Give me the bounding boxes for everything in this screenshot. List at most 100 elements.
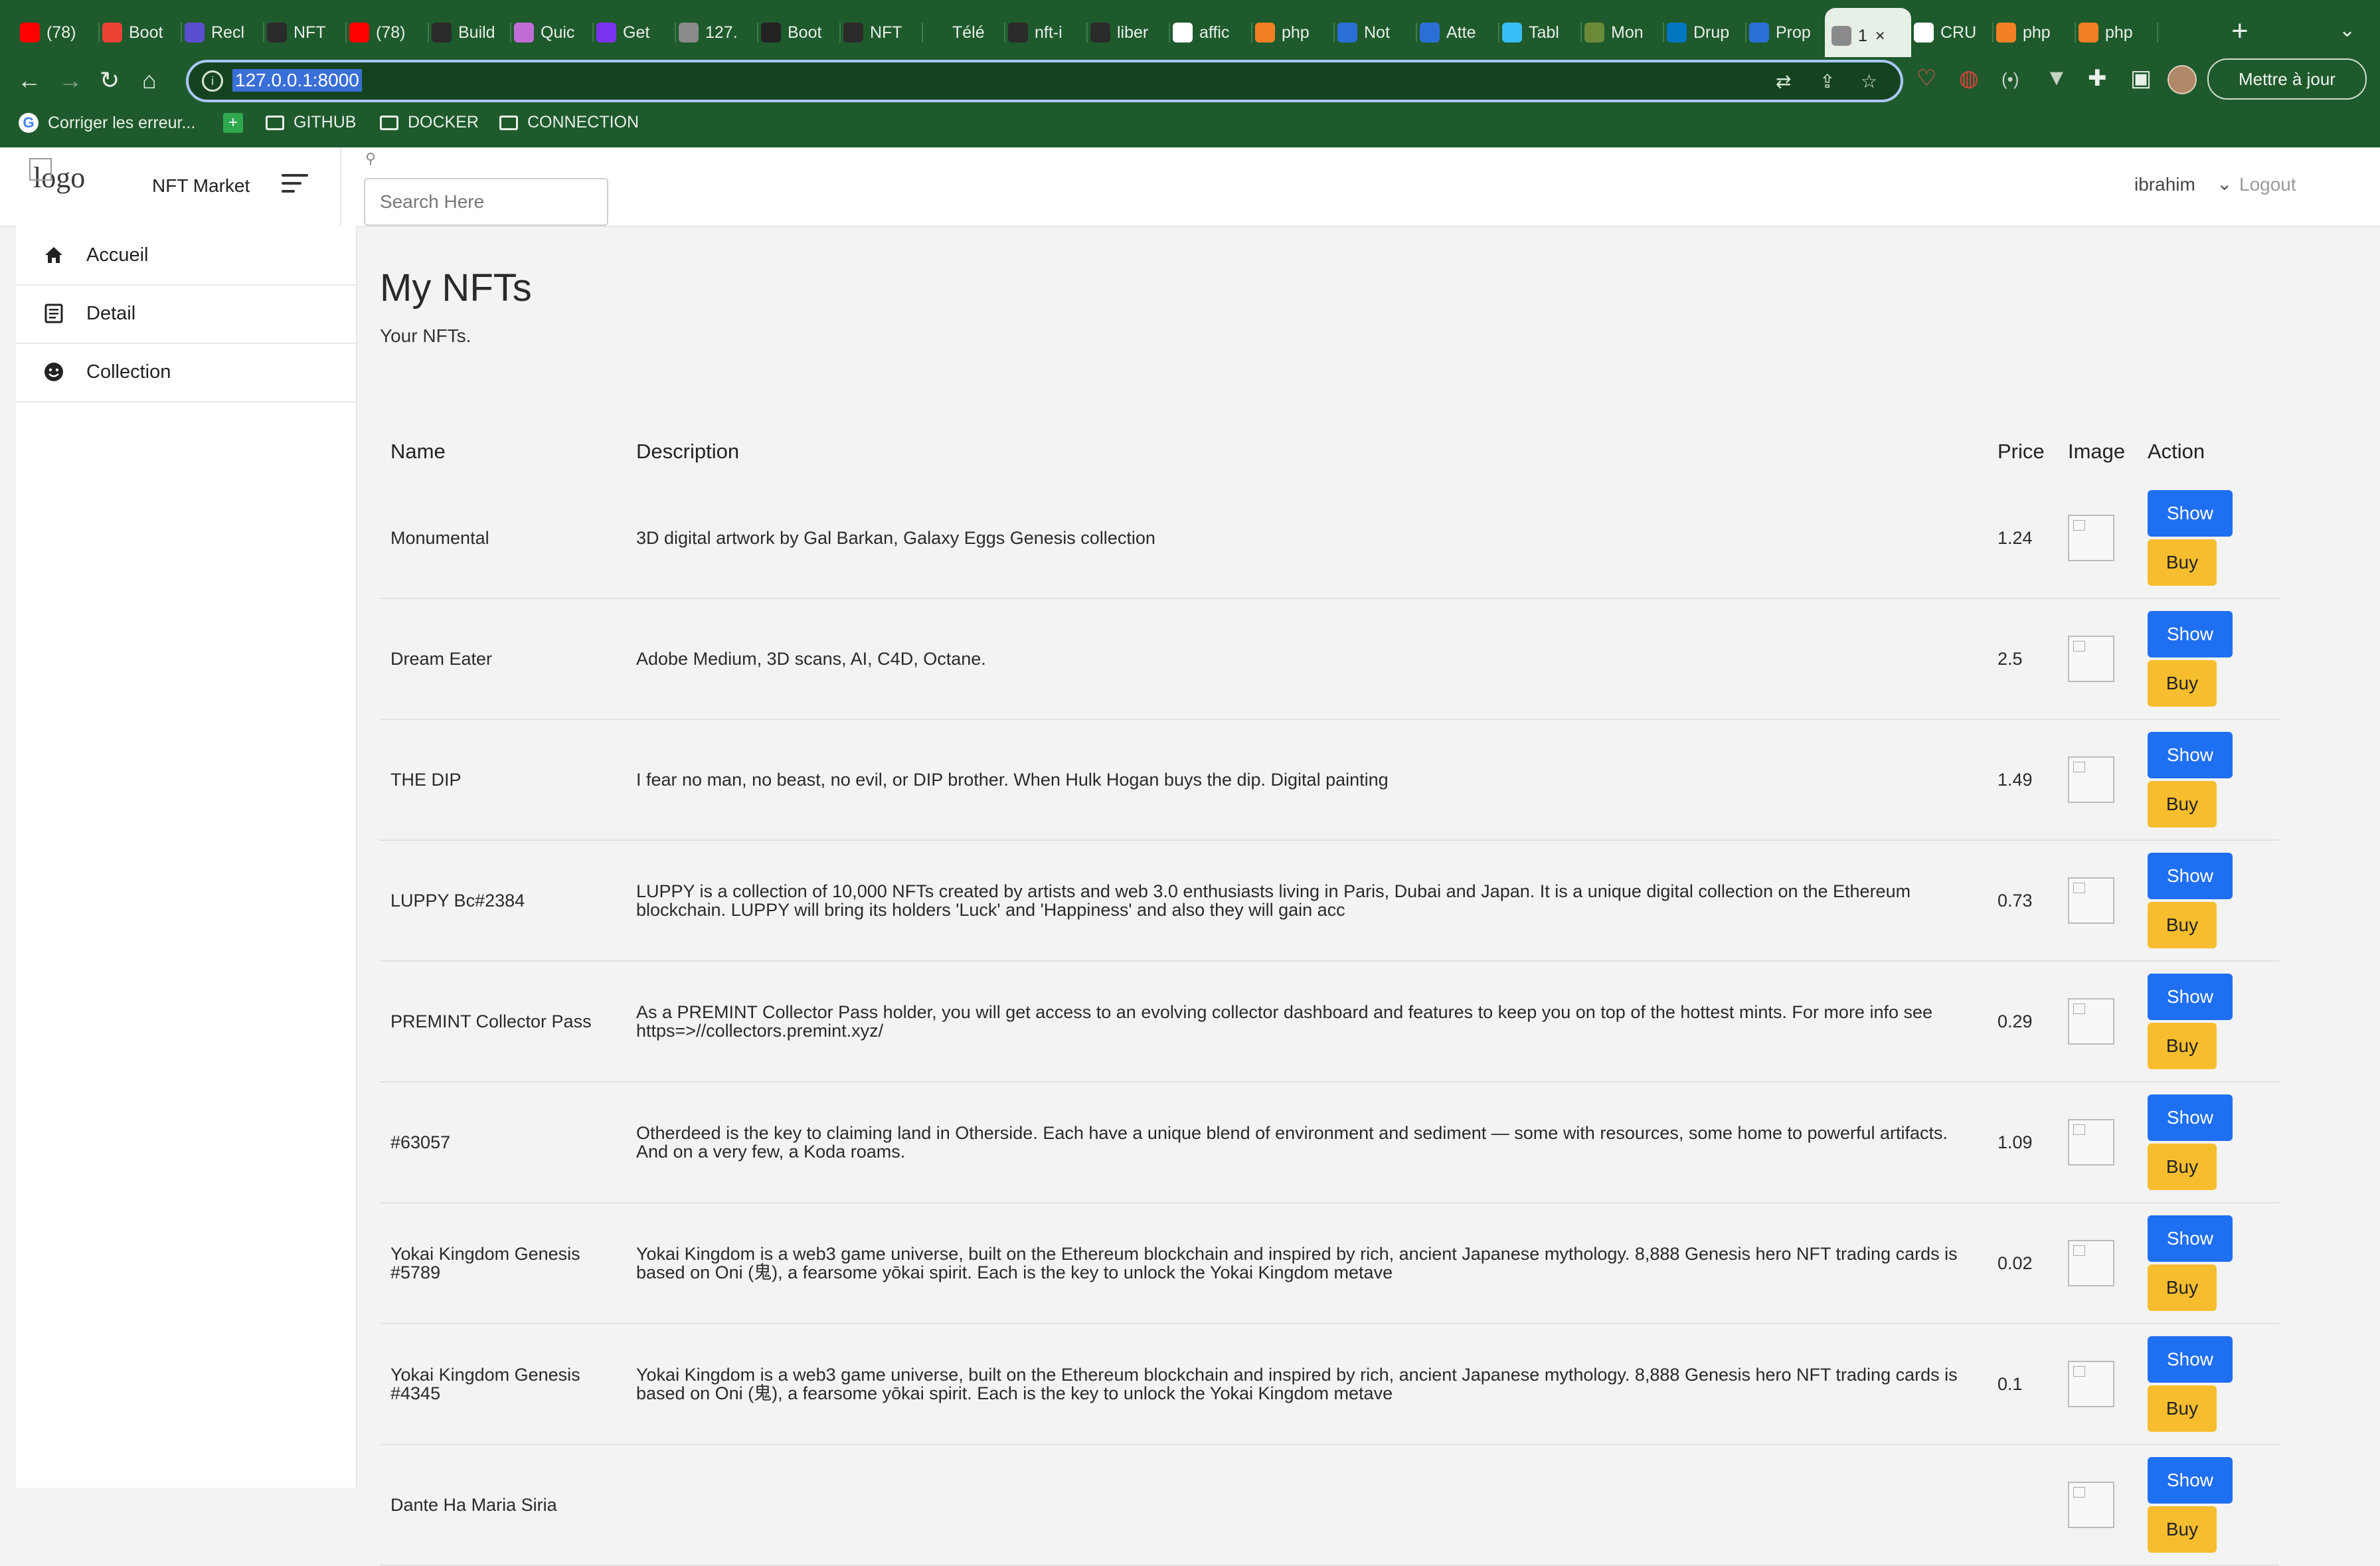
- browser-tab[interactable]: Boot: [754, 12, 841, 53]
- buy-button[interactable]: Buy: [2148, 902, 2217, 948]
- browser-tab[interactable]: php: [1248, 12, 1335, 53]
- browser-tab[interactable]: Not: [1331, 12, 1417, 53]
- back-button[interactable]: ←: [17, 66, 41, 94]
- show-button[interactable]: Show: [2148, 611, 2233, 657]
- close-tab-icon[interactable]: ×: [1875, 27, 1885, 46]
- bookmark-corriger[interactable]: G Corriger les erreur...: [19, 113, 195, 133]
- page-title: My NFTs: [380, 266, 532, 309]
- browser-tab[interactable]: (78): [343, 12, 429, 53]
- brand-name[interactable]: NFT Market: [152, 175, 250, 197]
- sidebar-item-accueil[interactable]: Accueil: [16, 226, 356, 286]
- buy-button[interactable]: Buy: [2148, 660, 2217, 707]
- bookmark-sheet[interactable]: +: [223, 113, 252, 133]
- tab-search-chevron-icon[interactable]: ⌄: [2339, 19, 2355, 42]
- show-button[interactable]: Show: [2148, 1336, 2233, 1383]
- search-input[interactable]: [364, 178, 608, 226]
- home-button[interactable]: ⌂: [142, 66, 157, 94]
- bookmark-star-icon[interactable]: ☆: [1861, 70, 1877, 92]
- logo[interactable]: logo: [29, 158, 85, 195]
- buy-button[interactable]: Buy: [2148, 1385, 2217, 1432]
- browser-tab[interactable]: NFT: [837, 12, 923, 53]
- browser-tab[interactable]: Boot: [96, 12, 182, 53]
- browser-tab-label: Build: [458, 23, 495, 42]
- show-button[interactable]: Show: [2148, 974, 2233, 1020]
- show-button[interactable]: Show: [2148, 1094, 2233, 1141]
- profile-avatar[interactable]: [2168, 65, 2197, 94]
- browser-tab[interactable]: Tabl: [1495, 12, 1582, 53]
- table-row: PREMINT Collector Pass As a PREMINT Colle…: [380, 961, 2279, 1083]
- browser-tab[interactable]: Drup: [1660, 12, 1746, 53]
- sidebar-item-collection[interactable]: Collection: [16, 343, 356, 402]
- translate-icon[interactable]: ⇄: [1776, 70, 1791, 92]
- show-button[interactable]: Show: [2148, 853, 2233, 899]
- buy-button[interactable]: Buy: [2148, 1264, 2217, 1311]
- share-icon[interactable]: ⇪: [1820, 70, 1835, 92]
- reload-button[interactable]: ↻: [100, 66, 120, 94]
- browser-tab[interactable]: php: [2072, 12, 2158, 53]
- extension-v-icon[interactable]: ▼: [2045, 65, 2068, 91]
- buy-button[interactable]: Buy: [2148, 1144, 2217, 1190]
- browser-tab[interactable]: Mon: [1578, 12, 1664, 53]
- app-icon: [1008, 23, 1028, 43]
- brand-area: logo NFT Market: [0, 147, 341, 226]
- bookmark-connection-folder[interactable]: CONNECTION: [499, 113, 639, 132]
- nft-action-cell: Show Buy: [2137, 1203, 2279, 1324]
- show-button[interactable]: Show: [2148, 490, 2233, 537]
- browser-tab[interactable]: Prop: [1742, 12, 1829, 53]
- browser-tab[interactable]: 1 ×: [1825, 8, 1911, 64]
- show-button[interactable]: Show: [2148, 1457, 2233, 1504]
- browser-tab-label: Get: [623, 23, 650, 42]
- browser-tab[interactable]: Quic: [507, 12, 594, 53]
- bookmark-docker-folder[interactable]: DOCKER: [380, 113, 479, 132]
- new-tab-button[interactable]: +: [2231, 15, 2249, 48]
- bootstrap-icon: [596, 23, 616, 43]
- smiley-icon: [42, 361, 65, 383]
- sidebar-toggle-icon[interactable]: [282, 174, 308, 198]
- column-header-price: Price: [1998, 440, 2045, 463]
- nft-action-cell: Show Buy: [2137, 840, 2279, 962]
- browser-tab[interactable]: nft-i: [1001, 12, 1088, 53]
- column-header-action: Action: [2148, 440, 2205, 463]
- nft-name-cell: #63057: [380, 1082, 626, 1203]
- browser-tab[interactable]: Build: [425, 12, 511, 53]
- site-info-icon[interactable]: i: [202, 70, 223, 92]
- browser-tab[interactable]: CRU: [1907, 12, 1994, 53]
- extension-radio-icon[interactable]: (•): [2001, 69, 2019, 90]
- show-button[interactable]: Show: [2148, 1215, 2233, 1262]
- address-bar[interactable]: i 127.0.0.1:8000 ⇄ ⇪ ☆: [186, 60, 1903, 102]
- nft-price-cell: [1987, 1444, 2057, 1566]
- update-browser-button[interactable]: Mettre à jour: [2207, 58, 2367, 100]
- browser-tab[interactable]: php: [1990, 12, 2076, 53]
- browser-tab[interactable]: Atte: [1413, 12, 1499, 53]
- sidebar-item-detail[interactable]: Detail: [16, 284, 356, 344]
- address-url[interactable]: 127.0.0.1:8000: [232, 69, 362, 92]
- buy-button[interactable]: Buy: [2148, 539, 2217, 586]
- app-icon: [1584, 23, 1604, 43]
- browser-tab[interactable]: Télé: [919, 12, 1005, 53]
- side-panel-icon[interactable]: ▣: [2130, 65, 2152, 92]
- extension-lock-icon[interactable]: ◍: [1959, 65, 1979, 92]
- browser-tab-label: php: [1282, 23, 1310, 42]
- buy-button[interactable]: Buy: [2148, 1506, 2217, 1553]
- user-name[interactable]: ibrahim: [2134, 174, 2195, 195]
- forward-button[interactable]: →: [58, 66, 82, 94]
- browser-tab[interactable]: Recl: [178, 12, 264, 53]
- bookmark-github-folder[interactable]: GITHUB: [266, 113, 356, 132]
- table-row: Dream Eater Adobe Medium, 3D scans, AI, C…: [380, 598, 2279, 720]
- browser-tab[interactable]: (78): [13, 12, 100, 53]
- table-row: Yokai Kingdom Genesis #4345 Yokai Kingdom…: [380, 1324, 2279, 1445]
- browser-tab[interactable]: 127.: [672, 12, 758, 53]
- extension-shield-icon[interactable]: ♡: [1916, 65, 1936, 92]
- logout-link[interactable]: Logout: [2239, 174, 2296, 195]
- buy-button[interactable]: Buy: [2148, 1023, 2217, 1069]
- nft-action-cell: Show Buy: [2137, 1324, 2279, 1445]
- browser-tab[interactable]: affic: [1166, 12, 1252, 53]
- browser-tab[interactable]: Get: [590, 12, 676, 53]
- buy-button[interactable]: Buy: [2148, 781, 2217, 827]
- browser-tab[interactable]: NFT: [260, 12, 347, 53]
- show-button[interactable]: Show: [2148, 732, 2233, 778]
- chevron-down-icon[interactable]: ⌄: [2217, 173, 2232, 195]
- nft-action-cell: Show Buy: [2137, 719, 2279, 841]
- extensions-puzzle-icon[interactable]: ✚: [2088, 65, 2107, 92]
- browser-tab[interactable]: liber: [1084, 12, 1170, 53]
